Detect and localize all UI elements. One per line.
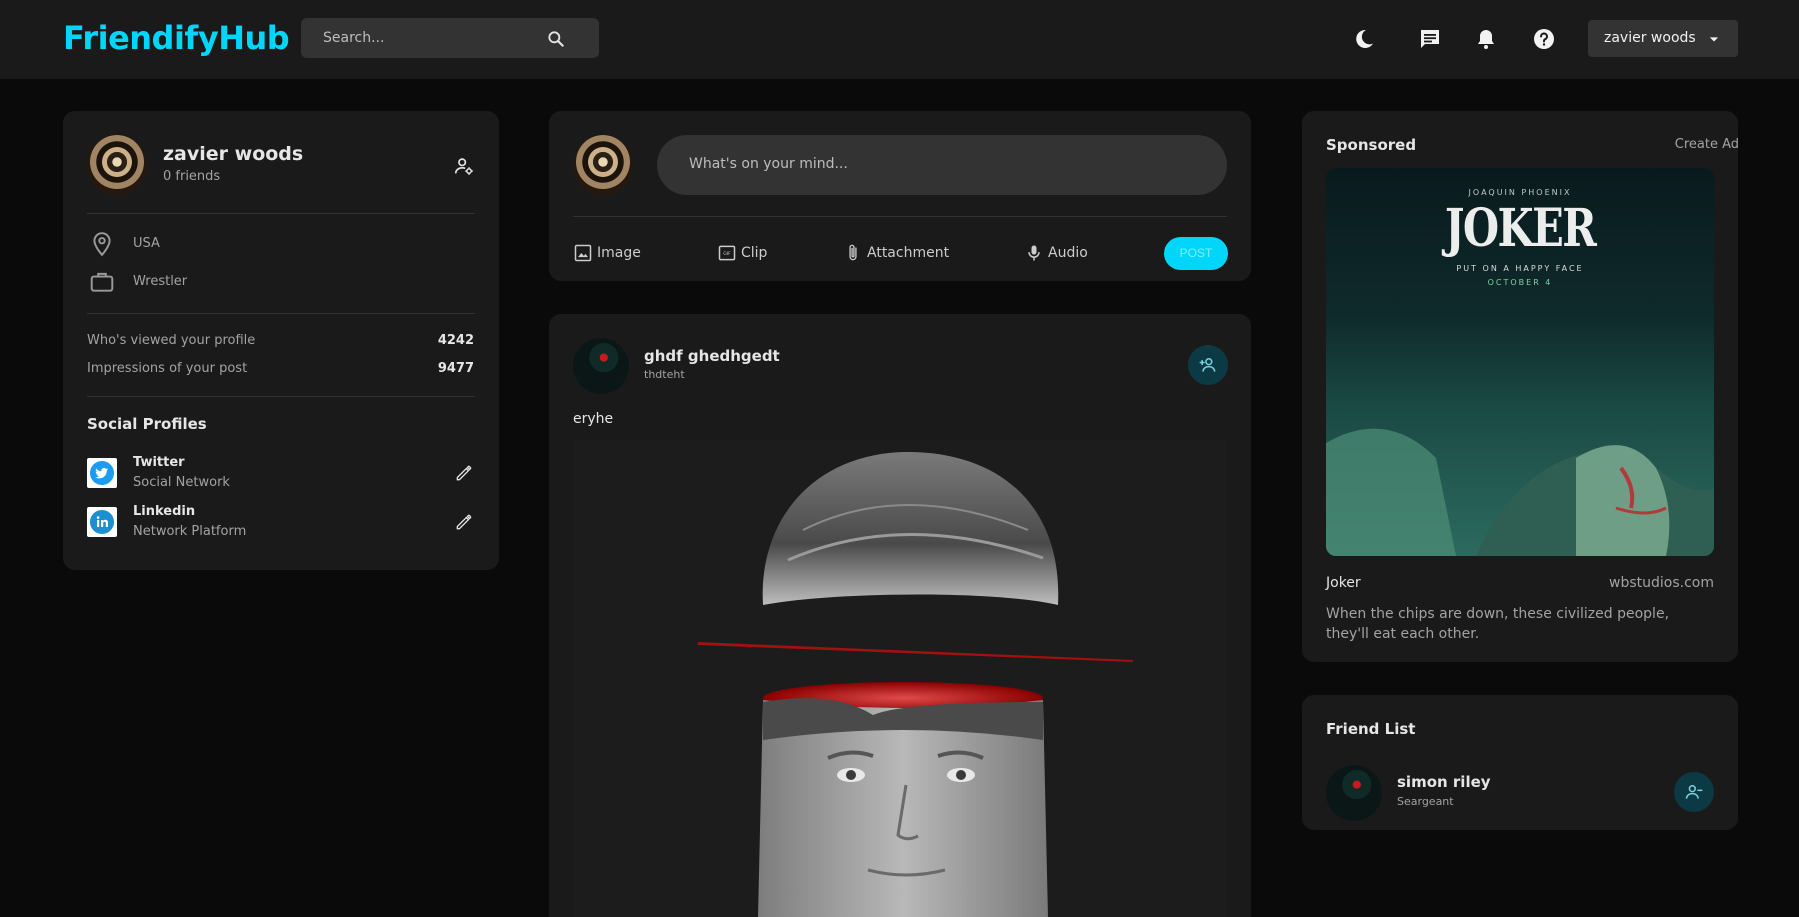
add-friend-icon [1199,358,1216,372]
stat-value: 9477 [437,361,474,376]
top-navbar: FriendifyHub zavier woods [0,0,1799,79]
image-icon [574,244,592,262]
chevron-down-icon [1709,37,1719,42]
ad-site[interactable]: wbstudios.com [1609,575,1714,591]
friend-avatar[interactable] [1326,765,1382,821]
ad-description: When the chips are down, these civilized… [1326,606,1670,642]
composer-input[interactable]: What's on your mind... [657,135,1227,195]
twitter-logo [87,458,117,488]
action-label: Image [597,245,641,261]
action-label: Clip [741,245,768,261]
joker-artwork [1326,428,1714,556]
stat-value: 4242 [437,333,474,348]
friend-name[interactable]: simon riley [1397,773,1491,791]
post-author-name[interactable]: ghdf ghedhgedt [644,347,780,365]
gif-icon: GIF [718,245,736,261]
create-ad-link[interactable]: Create Ad [1675,137,1739,152]
social-name[interactable]: Twitter [133,455,185,470]
remove-friend-button[interactable] [1674,772,1714,812]
stat-label: Impressions of your post [87,361,248,376]
ad-image[interactable]: JOAQUIN PHOENIX JOKER PUT ON A HAPPY FAC… [1326,168,1714,556]
post-text: eryhe [573,411,614,427]
user-select[interactable]: zavier woods [1588,20,1738,57]
social-name[interactable]: Linkedin [133,504,195,519]
dark-mode-icon[interactable] [1352,27,1376,51]
add-friend-button[interactable] [1188,345,1228,385]
twitter-icon [90,461,114,485]
divider [87,213,475,214]
attachment-icon [849,244,857,261]
clip-action[interactable]: GIF Clip [717,243,787,263]
post-photo [573,440,1226,917]
post-button-label: POST [1179,246,1213,260]
action-label: Audio [1048,245,1088,261]
divider [573,216,1227,217]
remove-friend-icon [1685,785,1703,799]
divider [87,313,475,314]
manage-account-icon[interactable] [453,155,475,177]
friend-list-title: Friend List [1326,720,1416,738]
linkedin-logo [87,507,117,537]
composer-avatar [573,135,633,195]
edit-icon[interactable] [454,512,474,532]
edit-icon[interactable] [454,463,474,483]
audio-action[interactable]: Audio [1024,243,1094,263]
svg-text:GIF: GIF [723,251,731,257]
search-input[interactable] [323,18,553,58]
divider [87,396,475,397]
message-icon[interactable] [1418,27,1442,51]
ad-name: Joker [1326,575,1361,591]
help-icon[interactable] [1532,27,1556,51]
action-label: Attachment [867,245,950,261]
social-profiles-title: Social Profiles [87,415,207,433]
brand-logo[interactable]: FriendifyHub [63,19,290,57]
linkedin-icon [90,510,114,534]
profile-location: USA [133,236,160,251]
post-author-location: thdteht [644,368,685,381]
profile-occupation: Wrestler [133,274,188,289]
profile-avatar[interactable] [87,135,147,195]
notification-icon[interactable] [1474,27,1498,51]
stat-label: Who's viewed your profile [87,333,256,348]
sponsored-title: Sponsored [1326,136,1417,154]
location-icon [93,232,111,257]
image-action[interactable]: Image [573,243,653,263]
search-icon[interactable] [546,29,566,49]
profile-friend-count: 0 friends [163,169,221,184]
user-select-label: zavier woods [1604,30,1696,46]
microphone-icon [1028,245,1040,261]
social-type: Social Network [133,475,230,490]
work-icon [90,272,114,292]
post-author-avatar[interactable] [573,338,629,394]
post-image[interactable] [573,440,1226,917]
attachment-action[interactable]: Attachment [843,243,953,263]
composer-placeholder: What's on your mind... [689,156,848,172]
social-type: Network Platform [133,524,247,539]
post-button[interactable]: POST [1164,237,1228,270]
profile-name[interactable]: zavier woods [163,143,303,165]
friend-subtitle: Seargeant [1397,795,1454,808]
